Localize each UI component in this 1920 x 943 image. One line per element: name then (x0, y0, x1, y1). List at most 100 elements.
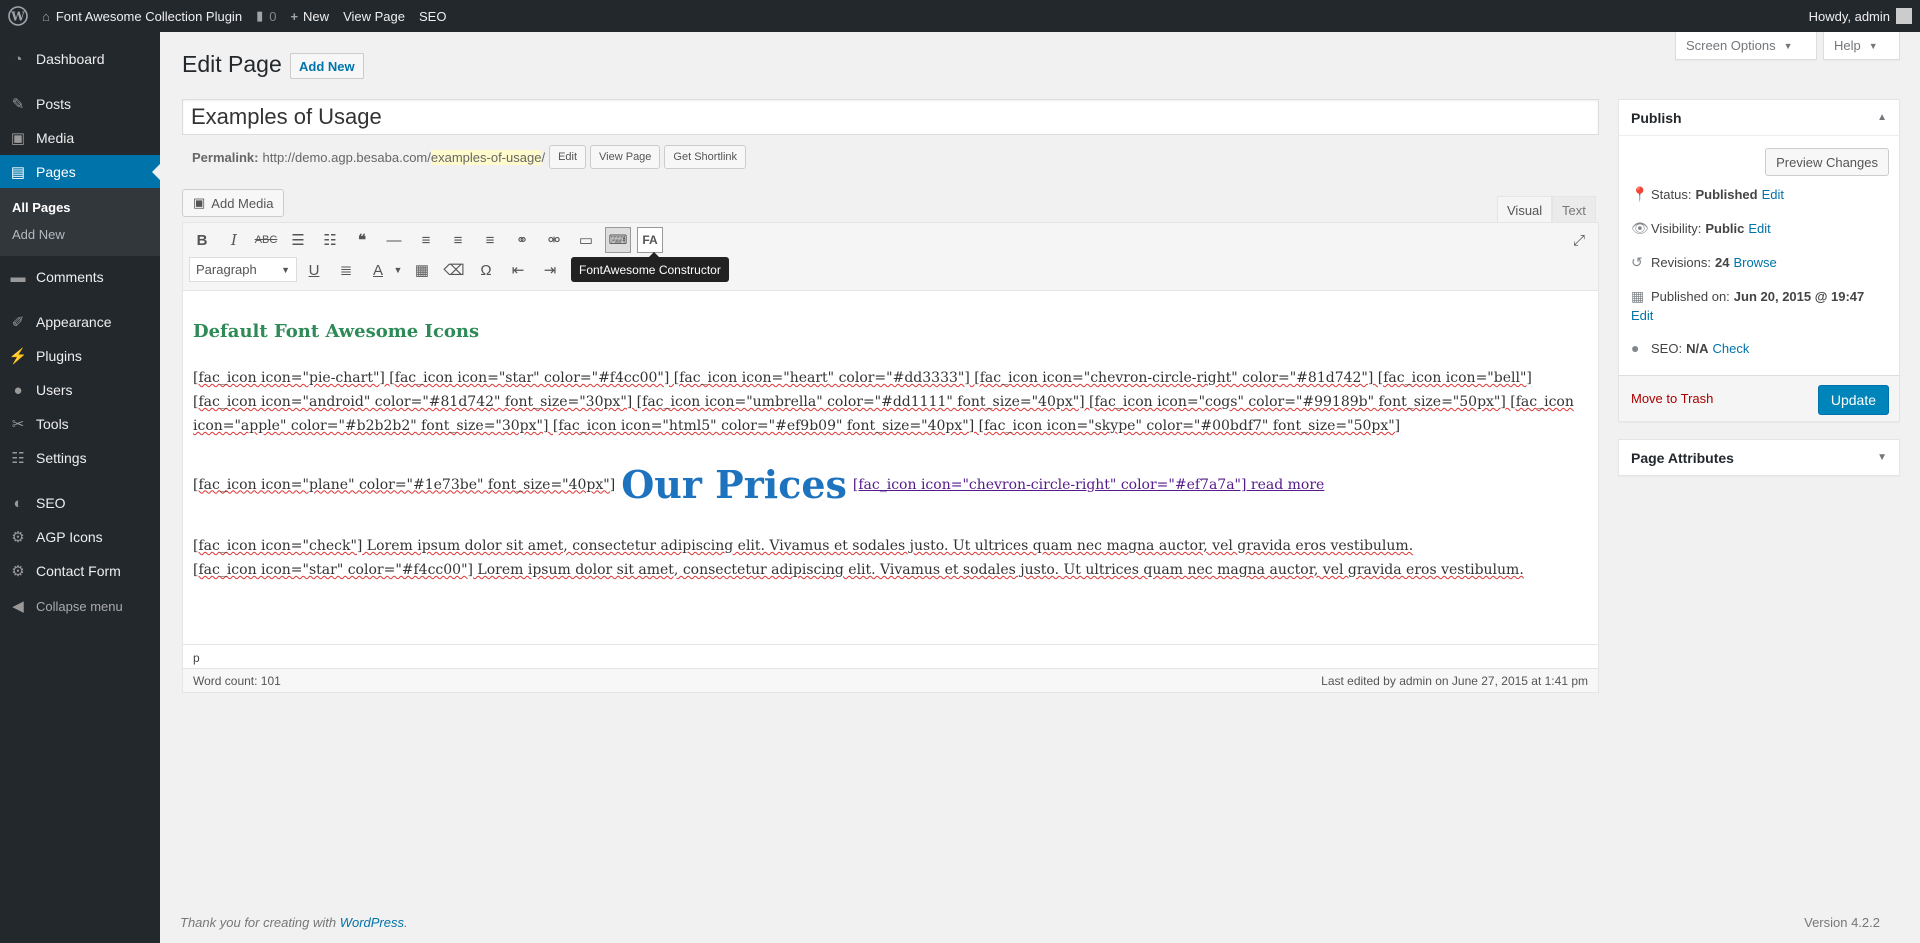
chevron-down-icon: ▼ (1868, 40, 1878, 51)
view-page-button[interactable]: View Page (590, 145, 661, 169)
keyboard-icon[interactable]: ⌨ (605, 227, 631, 253)
account-menu[interactable]: Howdy, admin (1802, 0, 1920, 32)
home-icon: ⌂ (42, 8, 50, 24)
site-name-link[interactable]: ⌂ Font Awesome Collection Plugin (35, 0, 249, 32)
menu-tools[interactable]: ✂ Tools (0, 407, 160, 441)
align-center-icon[interactable]: ≡ (445, 227, 471, 253)
footer-version: Version 4.2.2 (1804, 915, 1880, 930)
new-content-link[interactable]: + New (283, 0, 336, 32)
menu-media[interactable]: ▣ Media (0, 121, 160, 155)
chevron-down-icon: ▼ (281, 264, 290, 275)
wordpress-logo-icon[interactable]: W (1, 0, 35, 32)
horizontal-line-icon[interactable]: — (381, 227, 407, 253)
bold-icon[interactable]: B (189, 227, 215, 253)
menu-dashboard[interactable]: ◔ Dashboard (0, 42, 160, 76)
editor-content-area[interactable]: Default Font Awesome Icons [fac_icon ico… (183, 291, 1598, 645)
align-left-icon[interactable]: ≡ (413, 227, 439, 253)
menu-settings[interactable]: ☷ Settings (0, 441, 160, 475)
menu-comments[interactable]: ▬ Comments (0, 260, 160, 294)
paintbrush-icon: ✐ (11, 314, 25, 331)
add-new-page-button[interactable]: Add New (290, 53, 364, 79)
special-character-icon[interactable]: Ω (473, 257, 499, 283)
submenu-all-pages[interactable]: All Pages (12, 200, 71, 215)
history-icon: ↺ (1631, 254, 1643, 270)
underline-icon[interactable]: U (301, 257, 327, 283)
menu-users[interactable]: ● Users (0, 373, 160, 407)
page-attributes-header[interactable]: Page Attributes ▼ (1619, 440, 1899, 475)
comments-link[interactable]: ▮ 0 (249, 0, 283, 32)
numbered-list-icon[interactable]: ☷ (317, 227, 343, 253)
gear-icon: ⚙ (11, 529, 25, 546)
menu-seo[interactable]: ◐ SEO (0, 486, 160, 520)
tab-visual[interactable]: Visual (1497, 196, 1553, 223)
menu-appearance[interactable]: ✐ Appearance (0, 305, 160, 339)
edit-status-link[interactable]: Edit (1762, 187, 1784, 202)
wordpress-link[interactable]: WordPress (340, 915, 404, 930)
indent-icon[interactable]: ⇥ (537, 257, 563, 283)
edit-visibility-link[interactable]: Edit (1748, 221, 1770, 236)
seo-link[interactable]: SEO (412, 0, 453, 32)
permalink-slug[interactable]: examples-of-usage (430, 149, 542, 165)
strikethrough-icon[interactable]: ABC (253, 227, 279, 253)
preview-changes-button[interactable]: Preview Changes (1765, 148, 1889, 176)
browse-revisions-link[interactable]: Browse (1733, 255, 1776, 270)
chevron-down-icon: ▼ (1783, 40, 1793, 51)
gear-icon: ⚙ (11, 563, 25, 580)
calendar-icon: ▦ (1631, 288, 1645, 304)
collapse-arrow-icon[interactable]: ▲ (1877, 112, 1887, 123)
blockquote-icon[interactable]: ❝ (349, 227, 375, 253)
editor-footer: Word count: 101 Last edited by admin on … (183, 668, 1598, 692)
media-icon: ▣ (193, 195, 206, 210)
lorem-paragraph: [fac_icon icon="check"] Lorem ipsum dolo… (193, 538, 1524, 578)
help-button[interactable]: Help ▼ (1823, 32, 1900, 60)
link-icon[interactable]: ⚭ (509, 227, 535, 253)
page-title: Edit Page (182, 51, 282, 77)
submenu-add-new[interactable]: Add New (12, 227, 65, 242)
outdent-icon[interactable]: ⇤ (505, 257, 531, 283)
update-button[interactable]: Update (1817, 385, 1889, 415)
italic-icon[interactable]: I (221, 227, 247, 253)
last-edited: Last edited by admin on June 27, 2015 at… (1321, 673, 1588, 688)
chevron-down-icon[interactable]: ▼ (385, 257, 411, 283)
move-to-trash-link[interactable]: Move to Trash (1631, 391, 1713, 406)
view-page-link[interactable]: View Page (336, 0, 412, 32)
menu-contact-form[interactable]: ⚙ Contact Form (0, 554, 160, 588)
seo-row: ● SEO: N/A Check (1631, 340, 1750, 356)
tab-text[interactable]: Text (1552, 196, 1596, 223)
collapse-menu-button[interactable]: ◀ Collapse menu (0, 589, 160, 623)
our-prices-paragraph: [fac_icon icon="plane" color="#1e73be" f… (193, 462, 1325, 507)
paste-text-icon[interactable]: ▦ (409, 257, 435, 283)
add-media-button[interactable]: ▣ Add Media (182, 189, 285, 217)
align-right-icon[interactable]: ≡ (477, 227, 503, 253)
edit-permalink-button[interactable]: Edit (549, 145, 587, 169)
pages-icon: ▤ (10, 164, 26, 181)
svg-text:W: W (10, 10, 25, 24)
settings-icon: ☷ (11, 450, 25, 467)
menu-plugins[interactable]: ⚡ Plugins (0, 339, 160, 373)
get-shortlink-button[interactable]: Get Shortlink (664, 145, 747, 169)
seo-icon: ◐ (13, 494, 23, 512)
bullet-list-icon[interactable]: ☰ (285, 227, 311, 253)
edit-date-link[interactable]: Edit (1631, 308, 1653, 323)
unlink-icon[interactable]: ⚮ (541, 227, 567, 253)
chevron-down-icon[interactable]: ▼ (1877, 452, 1887, 463)
fontawesome-constructor-tooltip: FontAwesome Constructor (571, 252, 729, 282)
menu-pages[interactable]: ▤ Pages (0, 155, 160, 189)
wrench-icon: ✂ (11, 416, 25, 433)
post-title-input[interactable]: Examples of Usage (182, 99, 1599, 135)
seo-check-link[interactable]: Check (1712, 341, 1749, 356)
clear-formatting-icon[interactable]: ⌫ (441, 257, 467, 283)
menu-agp-icons[interactable]: ⚙ AGP Icons (0, 520, 160, 554)
read-more-icon[interactable]: ▭ (573, 227, 599, 253)
status-row: 📍 Status: Published Edit (1631, 186, 1784, 202)
paragraph-format-select[interactable]: Paragraph ▼ (189, 257, 297, 282)
publishing-actions: Move to Trash Update (1619, 375, 1899, 421)
publish-box: Publish ▲ Preview Changes 📍 Status: Publ… (1618, 99, 1900, 422)
read-more-link[interactable]: [fac_icon icon="chevron-circle-right" co… (853, 477, 1324, 493)
publish-box-header[interactable]: Publish ▲ (1619, 100, 1899, 136)
screen-options-button[interactable]: Screen Options ▼ (1675, 32, 1817, 60)
edit-date-row: Edit (1631, 308, 1653, 323)
fullscreen-icon[interactable]: ⤢ (1566, 227, 1592, 253)
menu-posts[interactable]: ✎ Posts (0, 87, 160, 121)
justify-icon[interactable]: ≣ (333, 257, 359, 283)
